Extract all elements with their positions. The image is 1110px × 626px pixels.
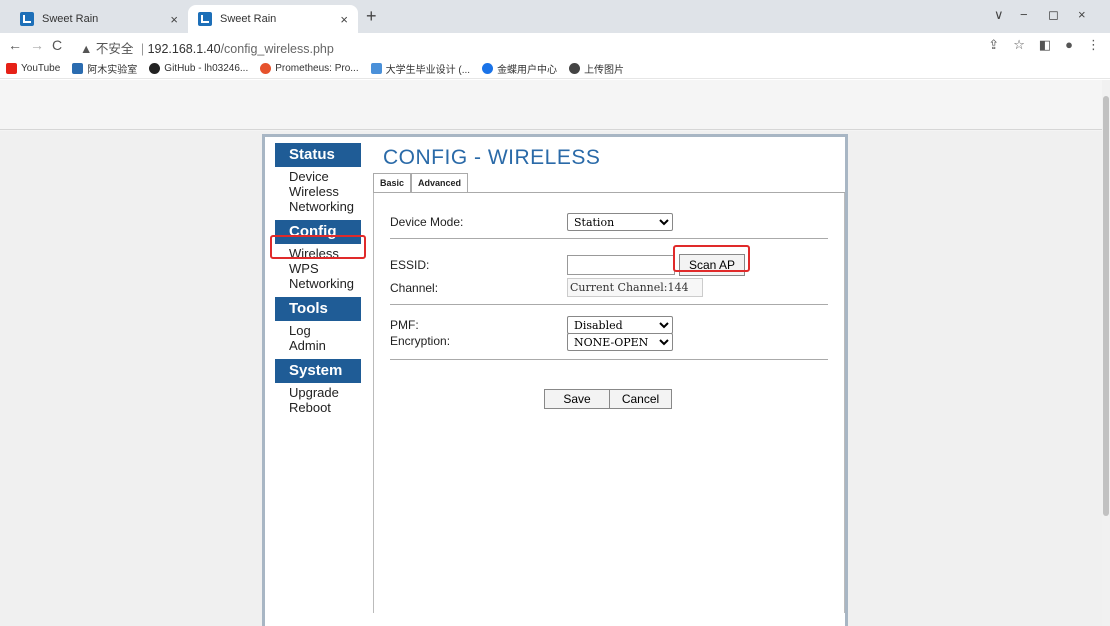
section-system-header: System (275, 359, 361, 383)
highlight-wireless-annotation (270, 235, 366, 259)
page-title: CONFIG - WIRELESS (383, 146, 601, 169)
nav-config-wps[interactable]: WPS (289, 261, 361, 276)
nav-status-wireless[interactable]: Wireless (289, 184, 361, 199)
bookmark-upload-image[interactable]: 上传图片 (569, 61, 624, 76)
bookmark-github[interactable]: GitHub - lh03246... (149, 63, 248, 74)
essid-label: ESSID: (390, 258, 430, 272)
router-config-frame: Status Device Wireless Networking Config… (262, 134, 848, 626)
sidebar: Status Device Wireless Networking Config… (275, 143, 361, 421)
back-icon[interactable]: ← (8, 37, 22, 53)
nav-tools-admin[interactable]: Admin (289, 338, 361, 353)
amu-lab-icon (72, 63, 84, 74)
bookmark-label: 上传图片 (584, 65, 625, 76)
divider (390, 304, 828, 305)
address-bar: ← → C ▲ 不安全 | 192.168.1.40/config_wirele… (0, 33, 1110, 59)
bookmark-graduation-design[interactable]: 大学生毕业设计 (... (370, 61, 471, 76)
browser-tab-bar: Sweet Rain × Sweet Rain × + ∨ − ◻ × (0, 0, 1110, 33)
url-host: 192.168.1.40 (147, 42, 221, 56)
cancel-button[interactable]: Cancel (610, 389, 672, 409)
prometheus-icon (260, 63, 272, 74)
nav-status-device[interactable]: Device (289, 169, 361, 184)
section-status-header: Status (275, 143, 361, 167)
essid-input[interactable] (567, 255, 675, 275)
reload-icon[interactable]: C (52, 37, 62, 53)
bookmark-label: Prometheus: Pro... (275, 63, 359, 74)
browser-tab-1[interactable]: Sweet Rain × (10, 5, 188, 33)
nav-system-reboot[interactable]: Reboot (289, 400, 361, 415)
youtube-icon (6, 63, 17, 74)
star-icon[interactable]: ☆ (1013, 37, 1025, 53)
nav-status-networking[interactable]: Networking (289, 199, 361, 214)
kingdee-icon (482, 63, 494, 74)
menu-icon[interactable]: ⋮ (1087, 37, 1100, 53)
tab-advanced[interactable]: Advanced (411, 173, 469, 192)
bookmark-amu-lab[interactable]: 阿木实验室 (72, 61, 137, 76)
graduation-icon (370, 63, 382, 74)
tab-title: Sweet Rain (220, 13, 277, 25)
new-tab-button[interactable]: + (366, 6, 377, 27)
nav-system-upgrade[interactable]: Upgrade (289, 385, 361, 400)
browser-tab-2[interactable]: Sweet Rain × (188, 5, 358, 33)
page-top-strip (0, 80, 1102, 130)
bookmark-prometheus[interactable]: Prometheus: Pro... (260, 63, 359, 74)
bookmark-kingdee[interactable]: 金蝶用户中心 (482, 61, 557, 76)
encryption-label: Encryption: (390, 334, 451, 348)
channel-label: Channel: (390, 281, 439, 295)
pmf-select[interactable]: Disabled (567, 316, 673, 334)
sidebar-icon[interactable]: ◧ (1039, 37, 1051, 53)
device-mode-label: Device Mode: (390, 215, 464, 229)
url-field[interactable]: ▲ 不安全 | 192.168.1.40/config_wireless.php (80, 38, 334, 57)
address-bar-icons: ⇪ ☆ ◧ ● ⋮ (988, 37, 1100, 53)
config-tabs: Basic Advanced (373, 173, 845, 193)
share-icon[interactable]: ⇪ (988, 37, 999, 53)
minimize-icon[interactable]: − (1020, 7, 1028, 22)
close-tab-icon[interactable]: × (340, 12, 348, 27)
highlight-scan-ap-annotation (673, 245, 750, 272)
encryption-select[interactable]: NONE-OPEN (567, 333, 673, 351)
forward-icon[interactable]: → (30, 37, 44, 53)
nav-tools-log[interactable]: Log (289, 323, 361, 338)
bookmark-label: GitHub - lh03246... (164, 63, 249, 74)
close-window-icon[interactable]: × (1078, 7, 1086, 22)
config-content: CONFIG - WIRELESS Basic Advanced Device … (373, 143, 845, 613)
divider (390, 238, 828, 239)
site-favicon-icon (20, 12, 34, 26)
site-favicon-icon (198, 12, 212, 26)
bookmark-label: 阿木实验室 (87, 65, 138, 76)
bookmark-label: 金蝶用户中心 (497, 65, 558, 76)
tab-search-icon[interactable]: ∨ (994, 7, 1004, 23)
security-warning[interactable]: ▲ 不安全 (80, 42, 133, 56)
profile-icon[interactable]: ● (1065, 37, 1073, 53)
device-mode-select[interactable]: Station (567, 213, 673, 231)
bookmark-youtube[interactable]: YouTube (6, 63, 60, 74)
bookmark-label: YouTube (21, 63, 61, 74)
tab-basic[interactable]: Basic (373, 173, 412, 192)
bookmarks-bar: YouTube 阿木实验室 GitHub - lh03246... Promet… (0, 59, 1110, 79)
close-tab-icon[interactable]: × (170, 12, 178, 27)
basic-settings-panel: Device Mode: Station ESSID: Scan AP Chan… (373, 193, 845, 613)
pmf-label: PMF: (390, 318, 419, 332)
nav-config-networking[interactable]: Networking (289, 276, 361, 291)
bookmark-label: 大学生毕业设计 (... (385, 65, 471, 76)
scrollbar-thumb[interactable] (1103, 96, 1109, 516)
github-icon (149, 63, 161, 74)
url-path: /config_wireless.php (220, 42, 334, 56)
save-button[interactable]: Save (544, 389, 610, 409)
tab-title: Sweet Rain (42, 13, 99, 25)
channel-value: Current Channel:144 (567, 278, 703, 297)
globe-icon (569, 63, 581, 74)
maximize-icon[interactable]: ◻ (1048, 7, 1059, 23)
section-tools-header: Tools (275, 297, 361, 321)
divider (390, 359, 828, 360)
